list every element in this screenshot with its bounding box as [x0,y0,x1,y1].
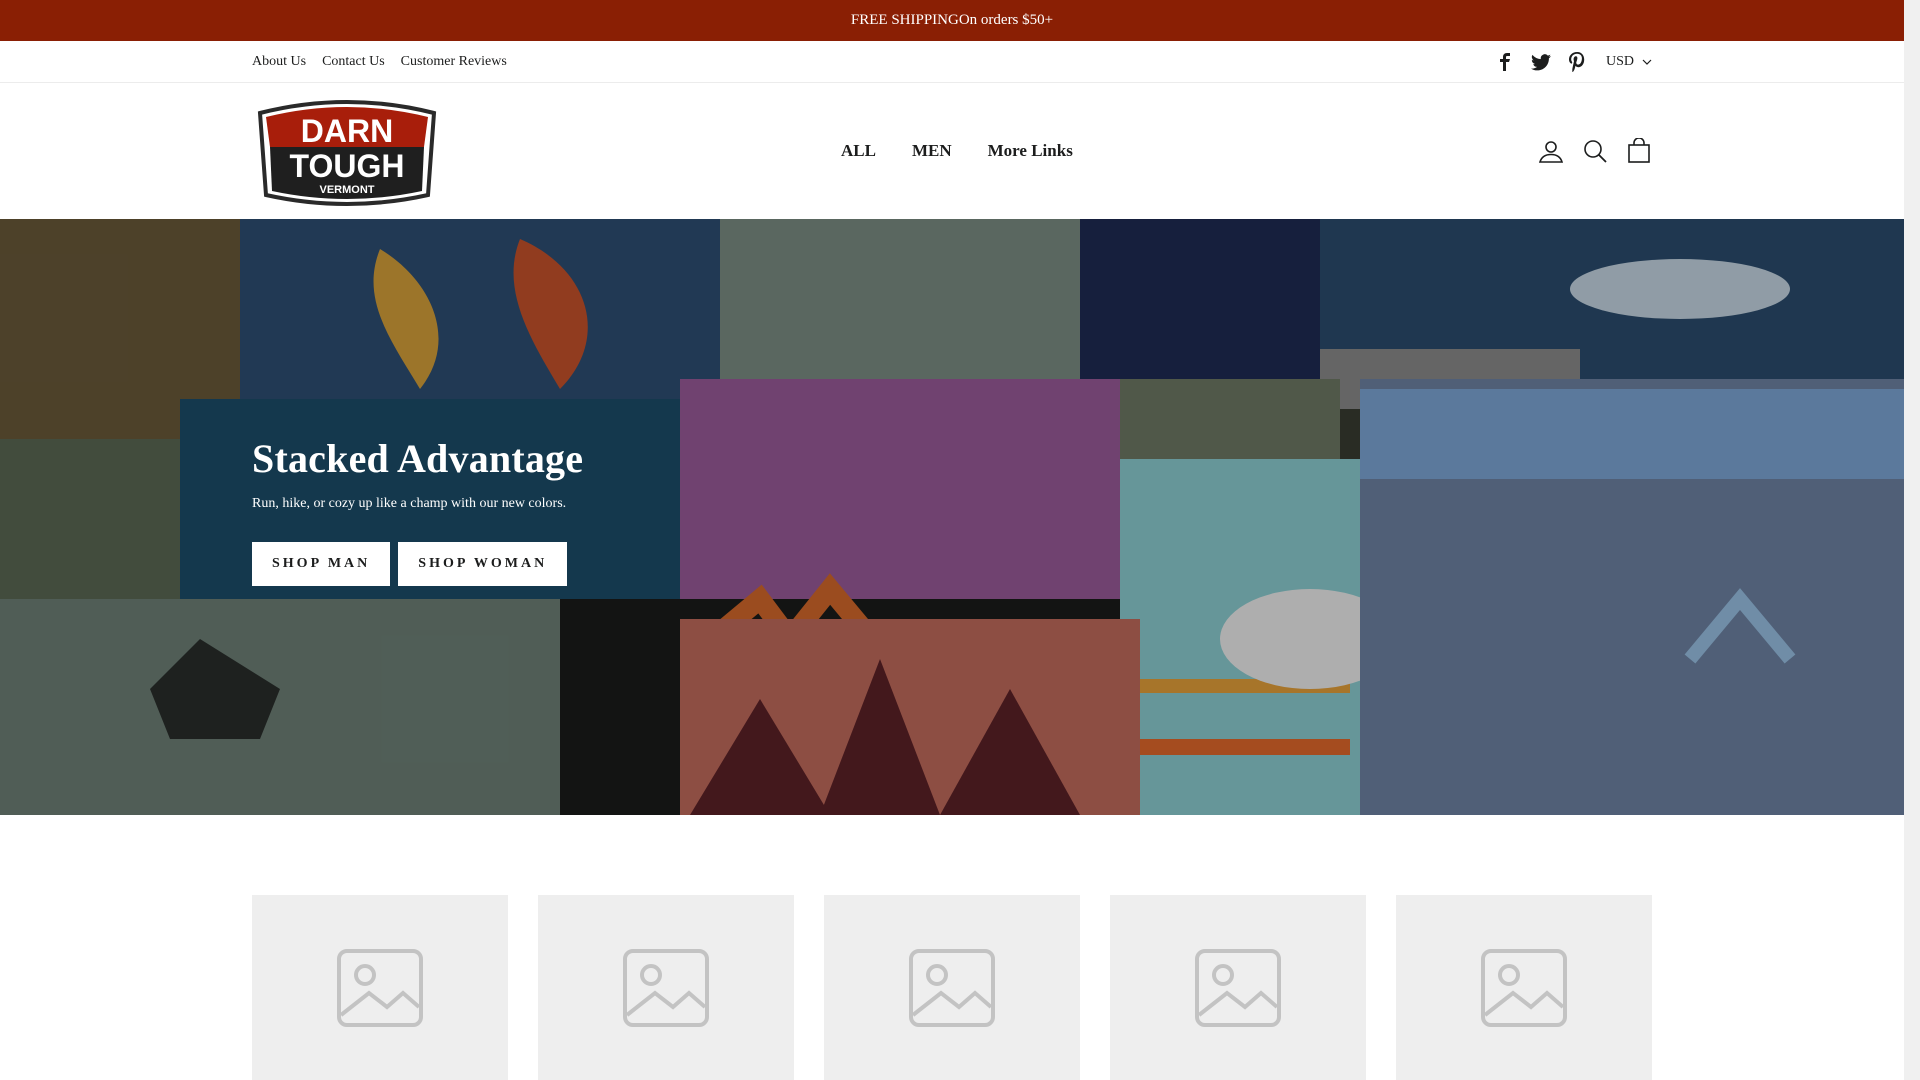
currency-selector[interactable]: USD [1606,54,1652,70]
hero-buttons: SHOP MAN SHOP WOMAN [252,542,583,586]
hero-content: Stacked Advantage Run, hike, or cozy up … [252,435,583,586]
image-placeholder-icon [909,948,995,1027]
pinterest-icon[interactable] [1566,51,1588,73]
site-header: DARN TOUGH VERMONT ALL MEN More Links [0,83,1904,219]
nav-item-more-links[interactable]: More Links [988,141,1073,161]
twitter-icon[interactable] [1530,51,1552,73]
page-scrollbar[interactable] [1904,0,1920,1080]
about-us-link[interactable]: About Us [252,54,306,70]
utility-bar: About Us Contact Us Customer Reviews USD [0,41,1904,83]
search-icon[interactable] [1582,138,1608,164]
nav-item-men[interactable]: MEN [912,141,952,161]
logo-line2: TOUGH [290,148,405,184]
collection-card[interactable] [824,895,1080,1080]
header-icons [1538,83,1652,219]
chevron-down-icon [1642,59,1652,65]
utility-links: About Us Contact Us Customer Reviews [252,41,507,83]
darn-tough-logo[interactable]: DARN TOUGH VERMONT [252,95,442,207]
cart-icon[interactable] [1626,138,1652,164]
collection-card[interactable] [538,895,794,1080]
shop-woman-button[interactable]: SHOP WOMAN [398,542,568,586]
image-placeholder-icon [337,948,423,1027]
currency-label: USD [1605,54,1634,69]
announcement-bar: FREE SHIPPINGOn orders $50+ [0,0,1904,41]
utility-right: USD [1494,41,1652,83]
hero-title: Stacked Advantage [252,436,584,481]
contact-us-link[interactable]: Contact Us [322,54,385,70]
facebook-icon[interactable] [1494,51,1516,73]
shop-man-button[interactable]: SHOP MAN [252,542,391,586]
account-icon[interactable] [1538,138,1564,164]
image-placeholder-icon [1481,948,1567,1027]
nav-item-all[interactable]: ALL [841,141,876,161]
hero-banner: Stacked Advantage Run, hike, or cozy up … [0,219,1904,815]
image-placeholder-icon [623,948,709,1027]
collection-grid [252,895,1652,1080]
customer-reviews-link[interactable]: Customer Reviews [401,54,507,70]
announcement-text: FREE SHIPPINGOn orders $50+ [850,12,1054,28]
hero-subtitle: Run, hike, or cozy up like a champ with … [252,496,567,511]
image-placeholder-icon [1195,948,1281,1027]
main-nav: ALL MEN More Links [841,83,1073,219]
collection-card[interactable] [252,895,508,1080]
collection-card[interactable] [1110,895,1366,1080]
logo-line3: VERMONT [320,184,375,196]
collection-card[interactable] [1396,895,1652,1080]
logo-line1: DARN [301,113,393,149]
